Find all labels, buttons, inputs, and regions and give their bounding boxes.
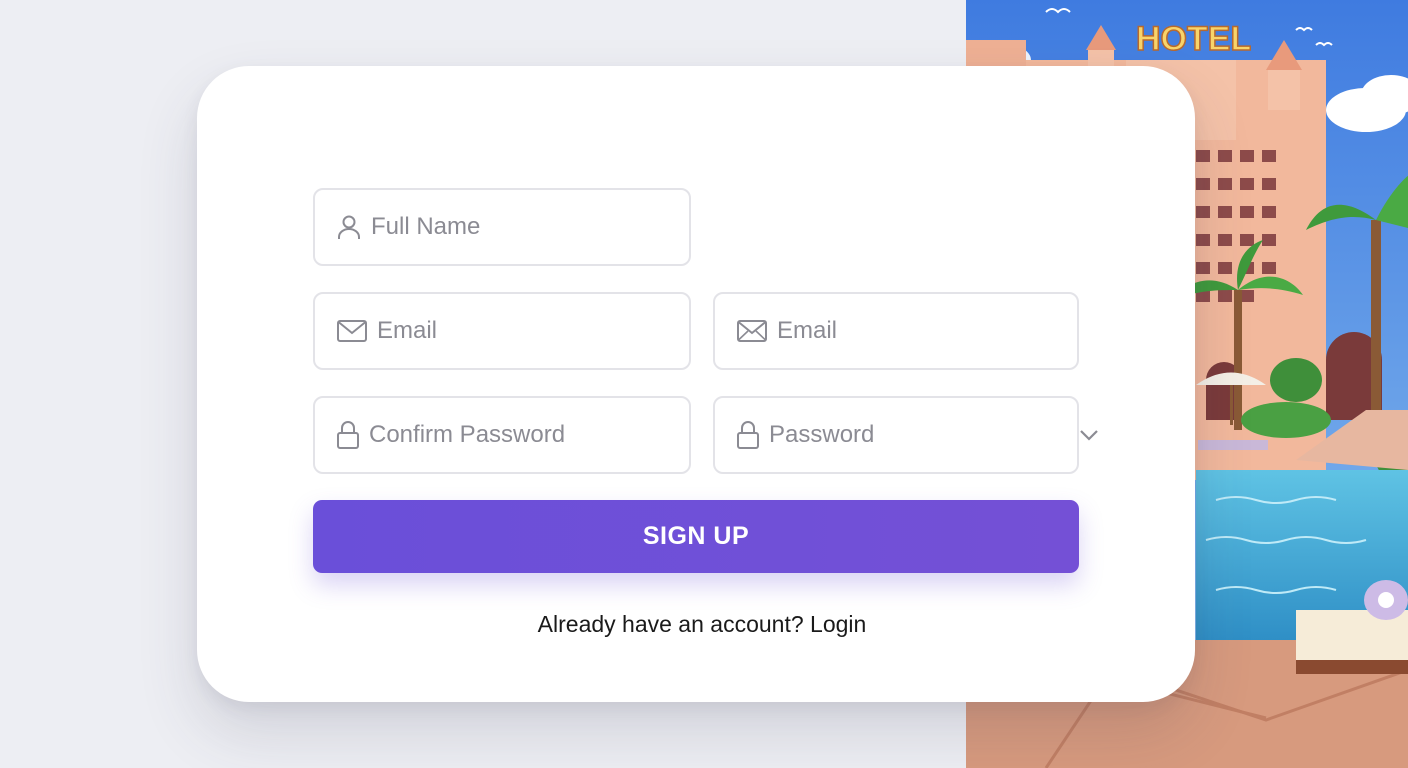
login-prompt-text: Already have an account? [537,611,804,637]
password-field[interactable] [713,396,1098,474]
signup-card: SIGN UP Already have an account? Login [197,66,1195,702]
mail-icon [737,320,767,342]
email-secondary-input[interactable] [777,294,1087,368]
hotel-sign-text: HOTEL [1136,20,1251,58]
sign-up-button[interactable]: SIGN UP [313,500,1079,573]
email-field[interactable] [313,292,691,370]
confirm-password-field[interactable] [313,396,691,474]
chevron-down-icon[interactable] [1079,429,1099,441]
login-prompt: Already have an account? Login [197,611,1207,638]
lock-icon [337,421,359,449]
confirm-password-input[interactable] [369,398,689,472]
full-name-input[interactable] [371,190,689,264]
mail-icon [337,320,367,342]
password-input[interactable] [769,398,1079,472]
email-input[interactable] [377,294,689,368]
lock-icon [737,421,759,449]
user-icon [337,214,361,240]
full-name-field[interactable] [313,188,691,266]
login-link[interactable]: Login [810,611,866,637]
email-secondary-field[interactable] [713,292,1087,370]
